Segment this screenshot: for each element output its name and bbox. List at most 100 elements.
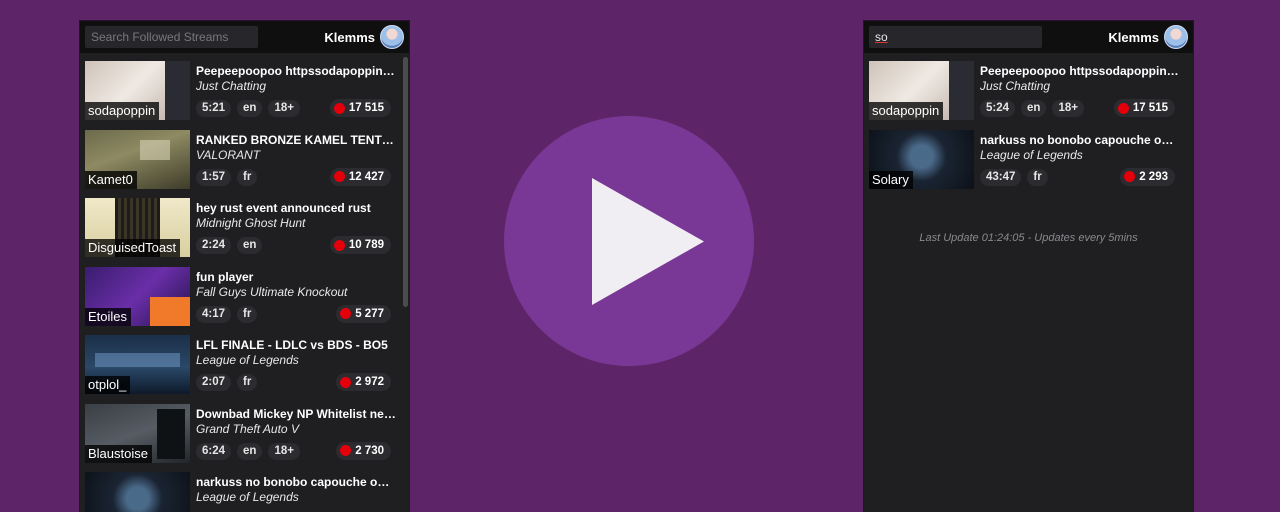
language-tag: fr [237,305,258,323]
live-dot-icon [340,376,352,388]
uptime-badge: 6:24 [196,442,232,460]
stream-thumbnail: DisguisedToast [85,198,190,257]
avatar[interactable] [1164,25,1188,49]
avatar[interactable] [380,25,404,49]
stream-card[interactable]: narkuss no bonobo capouche on stream Lea… [80,464,409,512]
uptime-badge: 5:24 [980,100,1016,117]
scrollbar[interactable] [403,57,408,307]
uptime-badge: 43:47 [980,168,1022,186]
stream-title: hey rust event announced rust [196,201,371,215]
mature-tag: 18+ [268,100,300,117]
stream-thumbnail: otplol_ [85,335,190,394]
stream-game: Just Chatting [196,79,267,93]
language-tag: en [1021,100,1047,117]
stream-list: sodapoppin Peepeepoopoo httpssodapoppin.… [864,53,1193,512]
stream-game: Fall Guys Ultimate Knockout [196,284,348,299]
popup-panel-right: Klemms sodapoppin Peepeepoopoo httpssoda… [864,21,1193,512]
uptime-badge: 2:07 [196,374,232,391]
viewer-count-value: 2 293 [1139,170,1168,183]
popup-header: Klemms [864,21,1193,53]
live-dot-icon [333,239,345,251]
channel-name: Blaustoise [85,444,152,463]
search-input[interactable] [869,26,1042,48]
language-tag: en [237,100,263,117]
stream-card[interactable]: otplol_ LFL FINALE - LDLC vs BDS - BO5 L… [80,327,409,396]
channel-name: sodapoppin [85,102,160,120]
play-icon [592,178,704,305]
stream-card[interactable]: Solary narkuss no bonobo capouche on str… [864,122,1193,191]
uptime-badge: 5:21 [196,100,232,117]
stream-game: Just Chatting [980,79,1051,93]
channel-name: sodapoppin [869,102,944,120]
stream-card[interactable]: DisguisedToast hey rust event announced … [80,190,409,259]
viewer-count-value: 5 277 [355,307,384,320]
stream-thumbnail: Solary [869,129,974,189]
language-tag: en [237,237,263,254]
viewer-count: 12 427 [329,167,391,186]
stream-card[interactable]: sodapoppin Peepeepoopoo httpssodapoppin.… [864,53,1193,122]
live-dot-icon [1124,171,1136,182]
viewer-count-value: 2 730 [355,444,384,457]
language-tag: fr [237,374,258,391]
stream-card[interactable]: Etoiles fun player Fall Guys Ultimate Kn… [80,259,409,328]
stream-thumbnail: Blaustoise [85,403,190,463]
live-dot-icon [333,171,345,182]
search-input[interactable] [85,26,258,48]
stream-card[interactable]: Kamet0 RANKED BRONZE KAMEL TENTE LE RANK… [80,122,409,191]
stream-thumbnail: Etoiles [85,266,190,326]
live-dot-icon [340,445,352,456]
live-dot-icon [333,102,345,114]
stream-title: narkuss no bonobo capouche on stream [980,132,1180,147]
viewer-count-value: 12 427 [348,170,384,183]
stream-game: League of Legends [980,147,1083,162]
stream-game: Midnight Ghost Hunt [196,216,306,230]
viewer-count: 5 277 [336,304,391,323]
stream-thumbnail: sodapoppin [85,61,190,120]
channel-name: otplol_ [85,376,131,394]
username: Klemms [1108,30,1159,45]
stream-title: fun player [196,269,254,284]
viewer-count-value: 17 515 [348,102,384,114]
language-tag: fr [237,168,258,186]
mature-tag: 18+ [1052,100,1084,117]
stream-card[interactable]: sodapoppin Peepeepoopoo httpssodapoppin.… [80,53,409,122]
username: Klemms [324,30,375,45]
uptime-badge: 1:57 [196,168,232,186]
viewer-count: 2 293 [1120,167,1175,186]
stream-title: LFL FINALE - LDLC vs BDS - BO5 [196,338,388,352]
uptime-badge: 2:24 [196,237,232,254]
stream-thumbnail: sodapoppin [869,61,974,120]
popup-panel-left: Klemms sodapoppin Peepeepoopoo httpssoda… [80,21,409,512]
stream-title: Downbad Mickey NP Whitelist next week [196,406,396,421]
channel-name: Etoiles [85,307,132,326]
channel-name: Kamet0 [85,170,137,189]
popup-header: Klemms [80,21,409,53]
stream-title: Peepeepoopoo httpssodapoppin.com [196,64,396,78]
viewer-count: 17 515 [1113,99,1175,117]
mature-tag: 18+ [268,442,300,460]
stream-game: VALORANT [196,147,261,162]
stream-game: Grand Theft Auto V [196,421,299,436]
uptime-badge: 4:17 [196,305,232,323]
stream-list: sodapoppin Peepeepoopoo httpssodapoppin.… [80,53,409,512]
language-tag: en [237,442,263,460]
viewer-count: 2 730 [336,441,391,460]
stream-game: League of Legends [196,353,299,367]
stream-game: League of Legends [196,490,299,504]
stream-title: RANKED BRONZE KAMEL TENTE LE RANKED [196,132,396,147]
stream-thumbnail [85,472,190,512]
viewer-count-value: 17 515 [1132,102,1168,114]
stream-card[interactable]: Blaustoise Downbad Mickey NP Whitelist n… [80,396,409,465]
update-status: Last Update 01:24:05 - Updates every 5mi… [919,232,1138,244]
viewer-count: 2 972 [336,373,391,391]
stream-title: narkuss no bonobo capouche on stream [196,475,396,489]
language-tag: fr [1027,168,1048,186]
viewer-count-value: 2 972 [355,376,384,388]
viewer-count-value: 10 789 [348,239,384,251]
stream-thumbnail: Kamet0 [85,129,190,189]
stream-title: Peepeepoopoo httpssodapoppin.com [980,64,1180,78]
live-dot-icon [1117,102,1129,114]
channel-name: DisguisedToast [85,239,181,257]
live-dot-icon [340,308,352,319]
viewer-count: 17 515 [329,99,391,117]
